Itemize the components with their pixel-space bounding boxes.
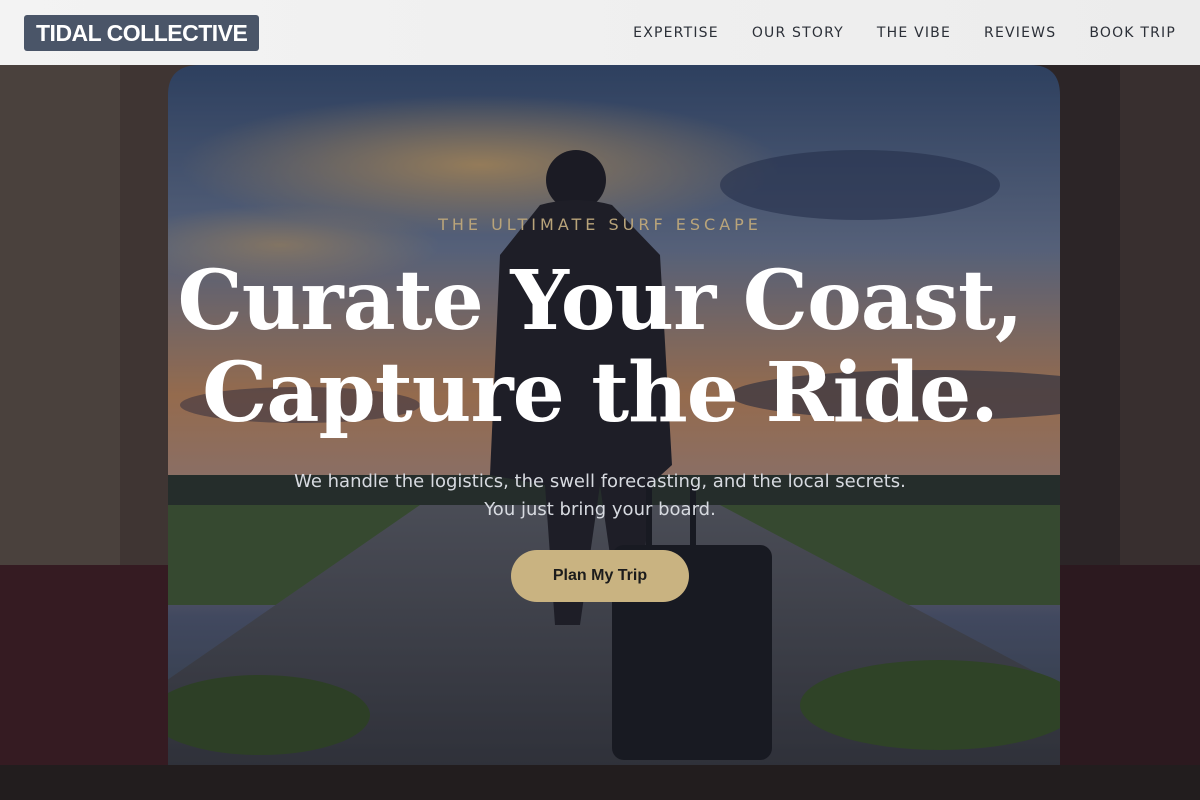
hero-section: THE ULTIMATE SURF ESCAPE Curate Your Coa… xyxy=(0,65,1200,800)
hero-subtext-line-2: You just bring your board. xyxy=(484,499,716,520)
brand-logo[interactable]: TIDAL COLLECTIVE xyxy=(24,14,260,51)
nav-link-reviews[interactable]: REVIEWS xyxy=(984,25,1056,41)
nav-link-book-trip[interactable]: BOOK TRIP xyxy=(1089,25,1176,41)
hero-headline-line-1: Curate Your Coast, xyxy=(177,253,1024,349)
hero-subtext-line-1: We handle the logistics, the swell forec… xyxy=(294,471,906,492)
site-header: TIDAL COLLECTIVE EXPERTISE OUR STORY THE… xyxy=(0,0,1200,65)
hero-headline: Curate Your Coast, Capture the Ride. xyxy=(0,255,1200,439)
plan-my-trip-button[interactable]: Plan My Trip xyxy=(511,550,689,602)
hero-eyebrow: THE ULTIMATE SURF ESCAPE xyxy=(438,215,762,234)
main-nav: EXPERTISE OUR STORY THE VIBE REVIEWS BOO… xyxy=(633,25,1176,41)
nav-link-expertise[interactable]: EXPERTISE xyxy=(633,25,719,41)
nav-link-our-story[interactable]: OUR STORY xyxy=(752,25,844,41)
hero-headline-line-2: Capture the Ride. xyxy=(202,345,999,441)
hero-subtext: We handle the logistics, the swell forec… xyxy=(0,468,1200,524)
nav-link-the-vibe[interactable]: THE VIBE xyxy=(877,25,951,41)
